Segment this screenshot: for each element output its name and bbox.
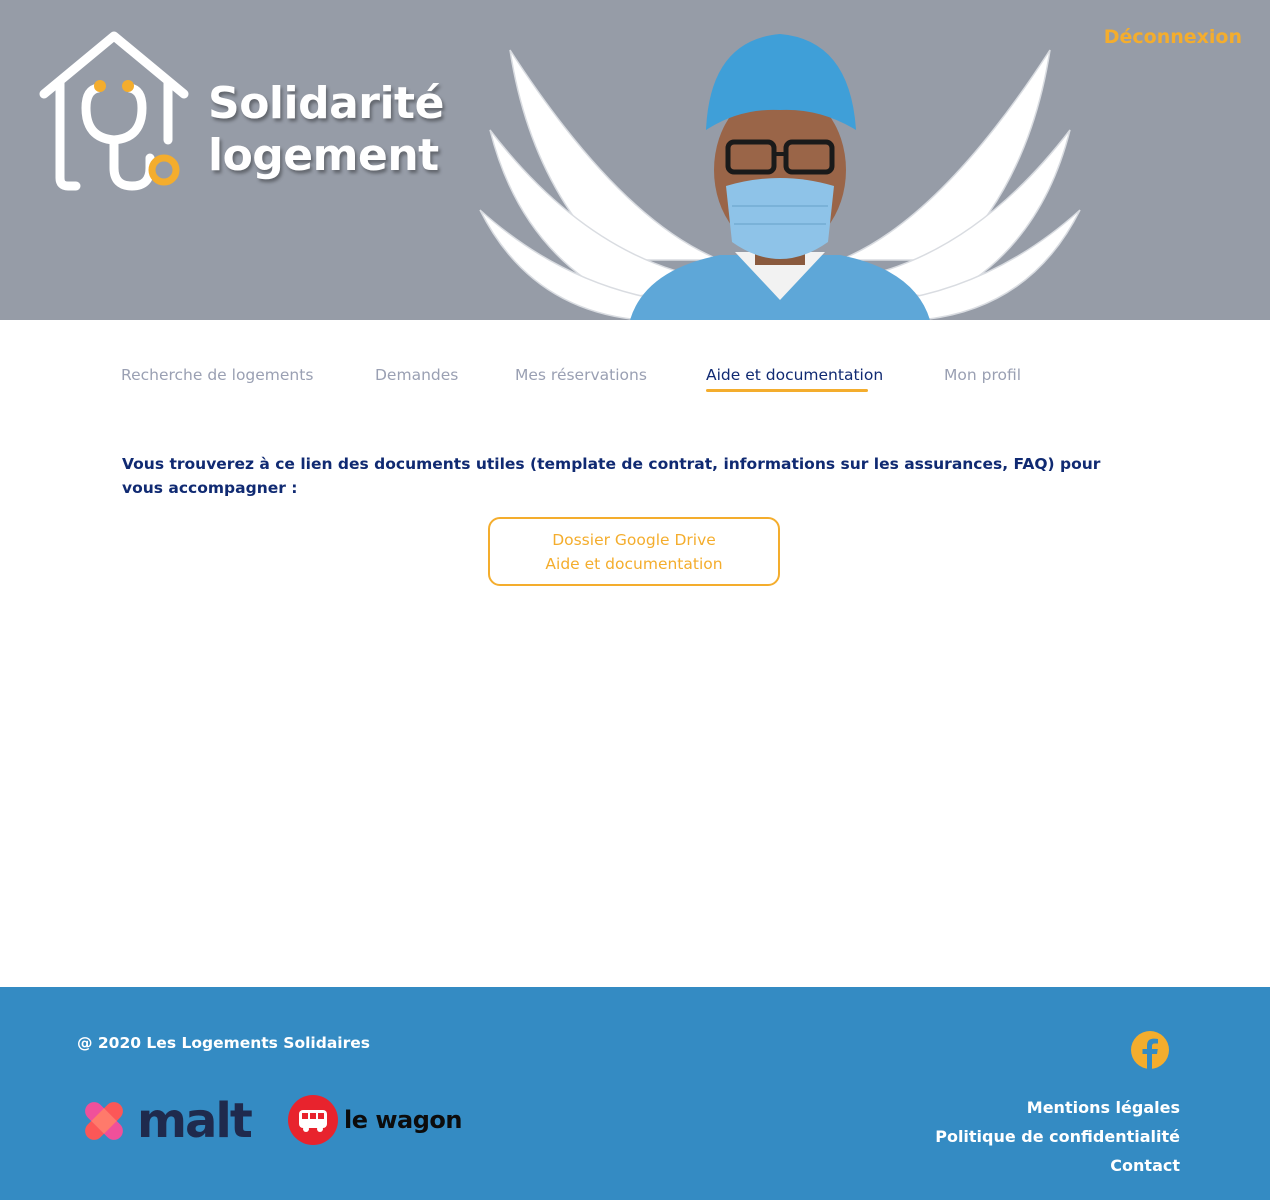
malt-bandage-icon: [85, 1102, 123, 1140]
house-stethoscope-icon: [39, 31, 189, 191]
brand-line-1: Solidarité: [208, 78, 444, 129]
brand-line-2: logement: [208, 130, 439, 181]
page-header: Solidarité logement Déconnexion: [0, 0, 1270, 320]
tab-mes-reservations[interactable]: Mes réservations: [515, 366, 647, 384]
legal-notice-link[interactable]: Mentions légales: [935, 1093, 1180, 1122]
malt-wordmark: malt: [137, 1093, 253, 1149]
tab-aide-documentation[interactable]: Aide et documentation: [706, 366, 883, 384]
hero-nurse-angel-image: [479, 34, 1081, 320]
lewagon-wordmark: le wagon: [344, 1106, 462, 1134]
footer-links: Mentions légales Politique de confidenti…: [935, 1093, 1180, 1180]
facebook-icon[interactable]: [1131, 1031, 1169, 1069]
tab-demandes[interactable]: Demandes: [375, 366, 458, 384]
copyright-text: @ 2020 Les Logements Solidaires: [77, 1034, 370, 1052]
tab-recherche-logements[interactable]: Recherche de logements: [121, 366, 313, 384]
privacy-policy-link[interactable]: Politique de confidentialité: [935, 1122, 1180, 1151]
brand-name: Solidarité logement: [208, 78, 444, 182]
drive-button-line-2: Aide et documentation: [545, 554, 723, 573]
tab-mon-profil[interactable]: Mon profil: [944, 366, 1021, 384]
google-drive-button[interactable]: Dossier Google Drive Aide et documentati…: [488, 517, 780, 586]
active-tab-indicator: [706, 389, 868, 392]
bus-icon: [288, 1095, 338, 1145]
drive-button-line-1: Dossier Google Drive: [552, 530, 716, 549]
contact-link[interactable]: Contact: [935, 1151, 1180, 1180]
page-footer: @ 2020 Les Logements Solidaires malt le …: [0, 987, 1270, 1200]
site-logo[interactable]: Solidarité logement: [36, 28, 456, 198]
logout-link[interactable]: Déconnexion: [1104, 26, 1242, 48]
malt-logo[interactable]: malt: [77, 1091, 253, 1151]
lewagon-logo[interactable]: le wagon: [288, 1094, 462, 1146]
intro-text: Vous trouverez à ce lien des documents u…: [122, 455, 1101, 497]
